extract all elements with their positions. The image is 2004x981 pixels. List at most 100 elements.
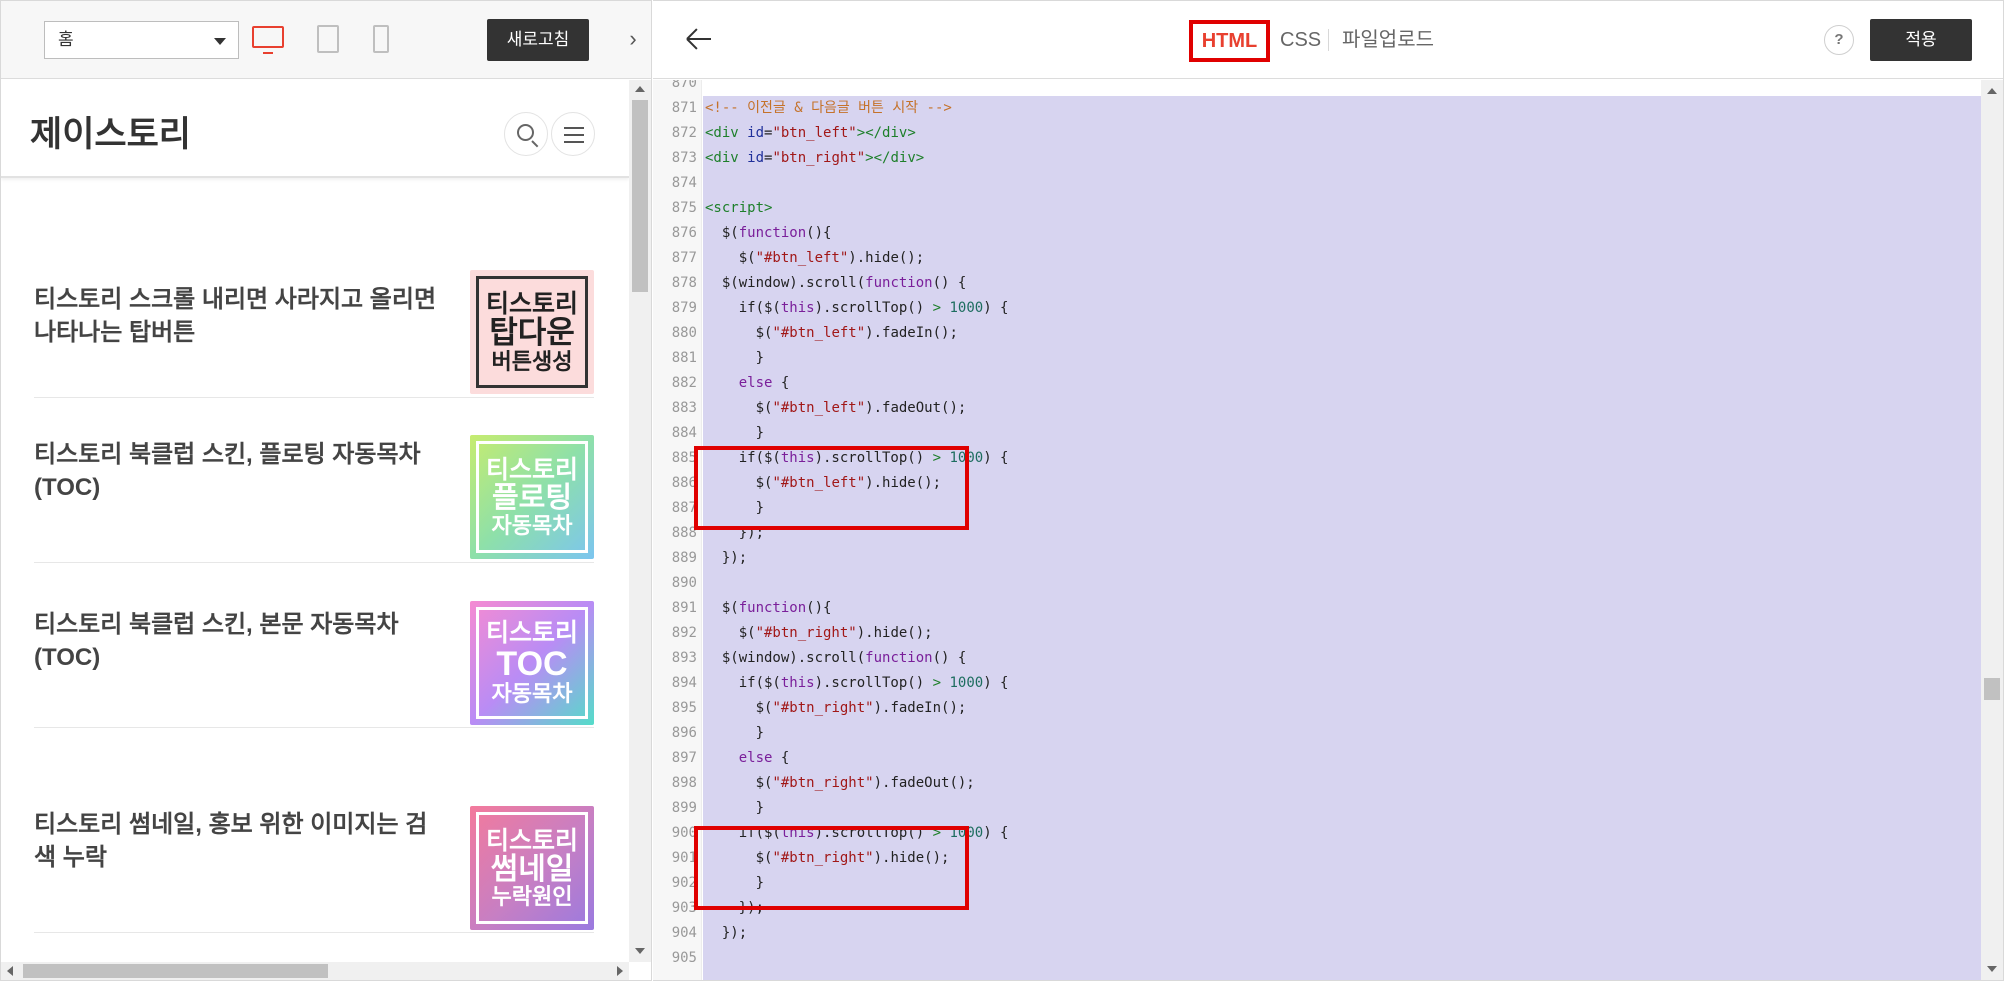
code-line[interactable]: $(window).scroll(function() { — [705, 271, 966, 296]
tablet-view-icon[interactable] — [317, 25, 339, 53]
code-line[interactable]: $("#btn_right").fadeIn(); — [705, 696, 967, 721]
code-line[interactable]: $(function(){ — [705, 596, 832, 621]
code-line[interactable]: $("#btn_right").fadeOut(); — [705, 771, 975, 796]
editor-vertical-scrollbar[interactable] — [1981, 80, 2003, 980]
tab-file-upload[interactable]: 파일업로드 — [1342, 27, 1434, 53]
line-number: 870 — [671, 80, 697, 91]
preview-horizontal-scrollbar[interactable] — [1, 962, 629, 980]
line-number: 883 — [671, 400, 697, 416]
editor-toolbar: HTML CSS 파일업로드 ? 적용 — [653, 1, 2003, 79]
blog-header: 제이스토리 — [1, 80, 629, 178]
code-line[interactable]: }); — [705, 921, 747, 946]
code-line[interactable]: if($(this).scrollTop() > 1000) { — [705, 296, 1009, 321]
mobile-view-icon[interactable] — [373, 25, 389, 53]
preview-vertical-scrollbar[interactable] — [629, 80, 651, 962]
apply-button[interactable]: 적용 — [1870, 19, 1972, 61]
scroll-thumb[interactable] — [23, 964, 328, 978]
post-item[interactable]: 티스토리 북클럽 스킨, 본문 자동목차 (TOC) 티스토리 TOC 자동목차 — [34, 600, 594, 728]
line-number: 891 — [671, 600, 697, 616]
search-icon[interactable] — [504, 112, 548, 156]
line-number: 876 — [671, 225, 697, 241]
code-line[interactable]: $("#btn_left").hide(); — [705, 246, 924, 271]
scroll-right-icon[interactable] — [617, 966, 623, 976]
code-line[interactable]: else { — [705, 746, 790, 771]
page-select-value: 홈 — [58, 30, 74, 49]
thumbnail-text: TOC — [496, 644, 568, 683]
thumbnail-text: 티스토리 — [485, 826, 578, 855]
thumbnail-text: 티스토리 — [485, 619, 578, 648]
thumbnail-text: 자동목차 — [491, 681, 573, 707]
post-item[interactable]: 티스토리 썸네일, 홍보 위한 이미지는 검색 누락 티스토리 썸네일 누락원인 — [34, 806, 594, 933]
line-number: 904 — [671, 925, 697, 941]
scroll-up-icon[interactable] — [635, 86, 645, 92]
tab-css[interactable]: CSS — [1280, 27, 1321, 53]
scroll-thumb[interactable] — [1984, 678, 2000, 700]
line-number: 890 — [671, 575, 697, 591]
thumbnail-text: 티스토리 — [485, 290, 578, 319]
code-line[interactable]: $("#btn_left").fadeOut(); — [705, 396, 967, 421]
code-line[interactable]: $(function(){ — [705, 221, 832, 246]
post-thumbnail[interactable]: 티스토리 썸네일 누락원인 — [470, 806, 594, 930]
line-number: 897 — [671, 750, 697, 766]
code-line[interactable]: } — [705, 421, 764, 446]
chevron-down-icon — [214, 38, 226, 45]
line-number: 875 — [671, 200, 697, 216]
line-number: 899 — [671, 800, 697, 816]
code-line[interactable]: $("#btn_left").fadeIn(); — [705, 321, 958, 346]
help-icon[interactable]: ? — [1824, 25, 1854, 55]
code-line[interactable]: } — [705, 796, 764, 821]
page-select[interactable]: 홈 — [44, 21, 239, 59]
scroll-down-icon[interactable] — [1987, 966, 1997, 972]
code-line[interactable]: <script> — [705, 196, 772, 221]
line-number: 905 — [671, 950, 697, 966]
post-thumbnail[interactable]: 티스토리 탑다운 버튼생성 — [470, 270, 594, 394]
post-title[interactable]: 티스토리 북클럽 스킨, 플로팅 자동목차 (TOC) — [34, 438, 444, 504]
desktop-view-icon[interactable] — [252, 26, 284, 54]
code-line[interactable]: <div id="btn_left"></div> — [705, 121, 916, 146]
preview-toolbar: 홈 새로고침 › — [1, 1, 651, 79]
thumbnail-text: 썸네일 — [490, 852, 574, 886]
thumbnail-text: 누락원인 — [491, 884, 573, 910]
line-number: 885 — [671, 450, 697, 466]
line-number: 896 — [671, 725, 697, 741]
post-title[interactable]: 티스토리 썸네일, 홍보 위한 이미지는 검색 누락 — [34, 808, 444, 874]
scroll-down-icon[interactable] — [635, 948, 645, 954]
code-line[interactable]: if($(this).scrollTop() > 1000) { — [705, 671, 1009, 696]
line-number: 881 — [671, 350, 697, 366]
post-thumbnail[interactable]: 티스토리 플로팅 자동목차 — [470, 435, 594, 559]
post-item[interactable]: 티스토리 북클럽 스킨, 플로팅 자동목차 (TOC) 티스토리 플로팅 자동목… — [34, 435, 594, 563]
line-number: 872 — [671, 125, 697, 141]
line-number: 873 — [671, 150, 697, 166]
line-number: 903 — [671, 900, 697, 916]
scroll-up-icon[interactable] — [1987, 88, 1997, 94]
menu-icon[interactable] — [551, 112, 595, 156]
post-title[interactable]: 티스토리 북클럽 스킨, 본문 자동목차 (TOC) — [34, 608, 444, 674]
line-number: 900 — [671, 825, 697, 841]
code-line[interactable]: $("#btn_right").hide(); — [705, 621, 933, 646]
blog-title[interactable]: 제이스토리 — [30, 106, 191, 157]
line-number: 877 — [671, 250, 697, 266]
code-line[interactable]: }); — [705, 546, 747, 571]
collapse-panel-icon[interactable]: › — [621, 21, 645, 57]
scroll-left-icon[interactable] — [7, 966, 13, 976]
line-number: 874 — [671, 175, 697, 191]
refresh-button[interactable]: 새로고침 — [487, 19, 589, 61]
code-line[interactable]: else { — [705, 371, 790, 396]
tab-divider — [1328, 29, 1329, 51]
line-number: 889 — [671, 550, 697, 566]
post-item[interactable]: 티스토리 스크롤 내리면 사라지고 올리면 나타나는 탑버튼 티스토리 탑다운 … — [34, 270, 594, 398]
line-number: 871 — [671, 100, 697, 116]
code-line[interactable]: } — [705, 346, 764, 371]
post-title[interactable]: 티스토리 스크롤 내리면 사라지고 올리면 나타나는 탑버튼 — [34, 283, 444, 349]
tab-html[interactable]: HTML — [1189, 20, 1270, 62]
line-number: 880 — [671, 325, 697, 341]
scroll-thumb[interactable] — [632, 100, 648, 292]
post-thumbnail[interactable]: 티스토리 TOC 자동목차 — [470, 601, 594, 725]
preview-panel: 홈 새로고침 › 제이스토리 티스토리 스크롤 내리면 사라지고 올리면 나타나… — [0, 0, 652, 981]
code-line[interactable]: } — [705, 721, 764, 746]
line-number: 879 — [671, 300, 697, 316]
code-line[interactable]: <!-- 이전글 & 다음글 버튼 시작 --> — [705, 96, 952, 121]
back-arrow-icon[interactable] — [681, 21, 717, 57]
code-line[interactable]: $(window).scroll(function() { — [705, 646, 966, 671]
code-line[interactable]: <div id="btn_right"></div> — [705, 146, 924, 171]
